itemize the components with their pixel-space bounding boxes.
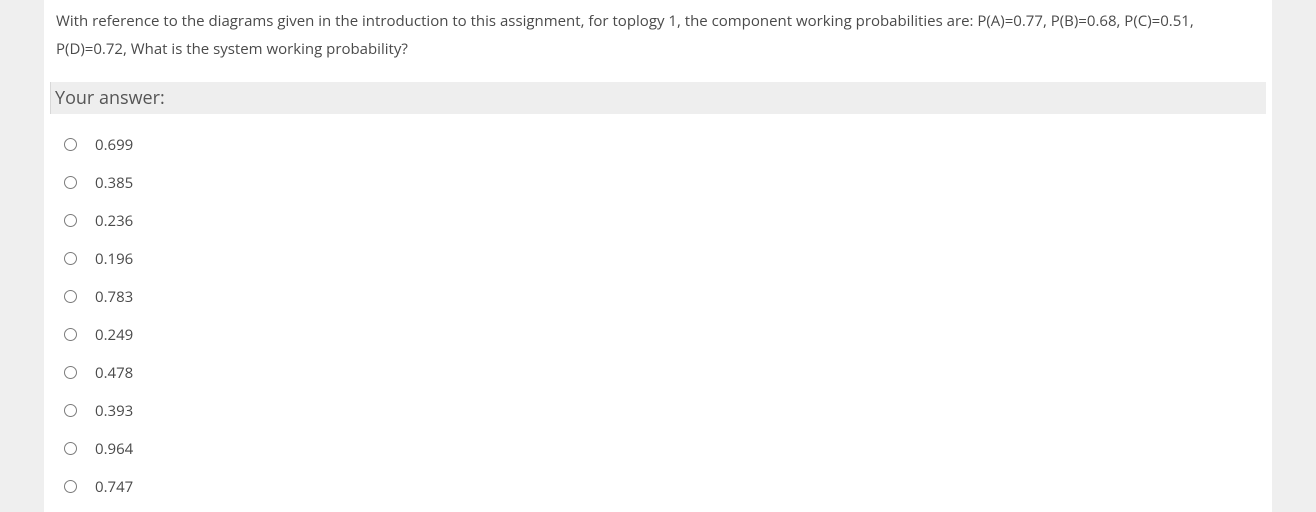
option-label: 0.747 bbox=[95, 477, 133, 497]
option-label: 0.249 bbox=[95, 325, 133, 345]
option-row[interactable]: 0.385 bbox=[64, 164, 1272, 202]
question-text: With reference to the diagrams given in … bbox=[44, 0, 1272, 82]
option-radio[interactable] bbox=[64, 404, 77, 417]
option-row[interactable]: 0.249 bbox=[64, 316, 1272, 354]
option-label: 0.699 bbox=[95, 135, 133, 155]
option-label: 0.393 bbox=[95, 401, 133, 421]
option-row[interactable]: 0.236 bbox=[64, 202, 1272, 240]
option-radio[interactable] bbox=[64, 366, 77, 379]
option-radio[interactable] bbox=[64, 138, 77, 151]
option-label: 0.196 bbox=[95, 249, 133, 269]
option-label: 0.385 bbox=[95, 173, 133, 193]
options-list: 0.699 0.385 0.236 0.196 0.783 0.249 0.47… bbox=[44, 124, 1272, 506]
option-radio[interactable] bbox=[64, 480, 77, 493]
option-row[interactable]: 0.783 bbox=[64, 278, 1272, 316]
option-radio[interactable] bbox=[64, 442, 77, 455]
option-radio[interactable] bbox=[64, 176, 77, 189]
option-label: 0.478 bbox=[95, 363, 133, 383]
option-row[interactable]: 0.747 bbox=[64, 468, 1272, 506]
option-label: 0.964 bbox=[95, 439, 133, 459]
option-radio[interactable] bbox=[64, 290, 77, 303]
option-radio[interactable] bbox=[64, 328, 77, 341]
option-label: 0.783 bbox=[95, 287, 133, 307]
option-row[interactable]: 0.699 bbox=[64, 126, 1272, 164]
option-label: 0.236 bbox=[95, 211, 133, 231]
option-row[interactable]: 0.964 bbox=[64, 430, 1272, 468]
option-radio[interactable] bbox=[64, 214, 77, 227]
option-radio[interactable] bbox=[64, 252, 77, 265]
answer-header: Your answer: bbox=[50, 82, 1266, 114]
option-row[interactable]: 0.478 bbox=[64, 354, 1272, 392]
option-row[interactable]: 0.393 bbox=[64, 392, 1272, 430]
question-card: With reference to the diagrams given in … bbox=[44, 0, 1272, 512]
option-row[interactable]: 0.196 bbox=[64, 240, 1272, 278]
